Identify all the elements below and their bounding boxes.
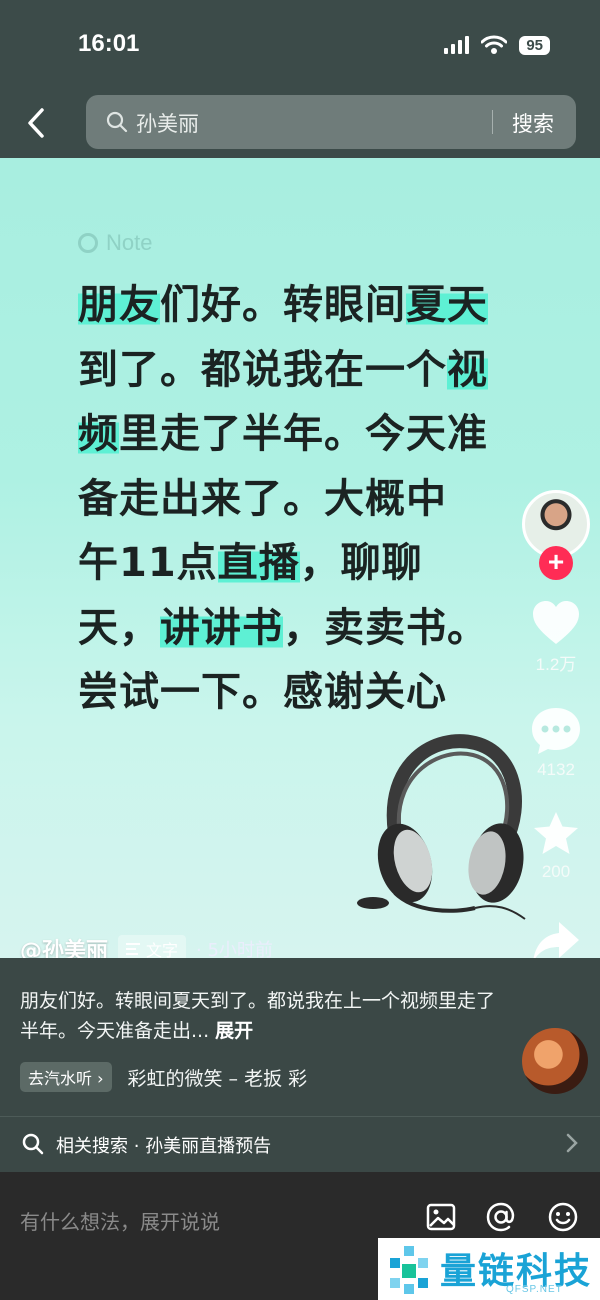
note-line: 尝试一下。感谢关心 <box>78 660 538 725</box>
note-highlight-segment: 频 <box>78 411 119 457</box>
chevron-right-icon <box>566 1133 578 1153</box>
watermark: 量链科技 QFSP.NET <box>378 1238 600 1300</box>
note-circle-icon <box>78 233 98 253</box>
headphones-image <box>357 734 526 920</box>
note-line: 到了。都说我在一个视 <box>78 338 538 403</box>
favorite-count: 200 <box>541 862 571 881</box>
expand-link[interactable]: 展开 <box>215 1020 253 1042</box>
note-segment: ，聊聊 <box>299 540 423 586</box>
note-segment: 到了。都说我在一个 <box>78 346 447 393</box>
note-line: 备走出来了。大概中 <box>78 467 538 532</box>
note-highlight-segment: 直播 <box>217 540 300 586</box>
search-bar[interactable]: 孙美丽 搜索 <box>86 95 576 149</box>
note-segment: 天， <box>78 604 160 651</box>
note-line: 频里走了半年。今天准 <box>78 402 538 467</box>
comment-icon <box>532 708 580 754</box>
heart-icon <box>533 601 579 644</box>
search-input[interactable]: 孙美丽 <box>136 108 199 138</box>
note-text: 朋友们好。转眼间夏天 到了。都说我在一个视 频里走了半年。今天准 备走出来了。大概中午… <box>78 273 538 725</box>
star-icon <box>534 812 578 854</box>
caption-text: 朋友们好。转眼间夏天到了。都说我在上一个视频里走了半年。今天准备走出... <box>20 990 496 1042</box>
note-highlight-segment: 朋友 <box>78 282 160 328</box>
like-button[interactable]: 1.2万 <box>522 600 590 675</box>
signal-icon <box>444 36 470 54</box>
search-button[interactable]: 搜索 <box>512 108 554 138</box>
top-header: 16:01 95 孙美丽 搜索 <box>0 0 600 158</box>
note-tag: Note <box>78 230 152 256</box>
search-divider <box>492 110 493 134</box>
note-highlight-segment: 夏天 <box>406 282 488 328</box>
emoji-icon[interactable] <box>546 1200 580 1234</box>
search-icon <box>106 111 128 133</box>
post-caption[interactable]: 朋友们好。转眼间夏天到了。都说我在上一个视频里走了半年。今天准备走出... 展开 <box>20 986 500 1046</box>
note-tag-label: Note <box>106 230 153 255</box>
watermark-domain: QFSP.NET <box>506 1284 563 1295</box>
like-count: 1.2万 <box>535 655 577 674</box>
music-row: 去汽水听 › 彩虹的微笑 – 老扳 彩 <box>20 1062 307 1092</box>
note-highlight-segment: 讲讲书 <box>160 604 283 651</box>
comment-count: 4132 <box>537 760 575 779</box>
comment-button[interactable]: 4132 <box>522 706 590 780</box>
at-mention-icon[interactable] <box>484 1200 518 1234</box>
related-search-bar[interactable]: 相关搜索 · 孙美丽直播预告 <box>0 1116 600 1172</box>
note-line: 午11点直播，聊聊 <box>78 531 538 596</box>
note-segment: 午11点 <box>78 540 218 586</box>
note-segment: 们好。转眼间 <box>160 282 406 328</box>
note-line: 朋友们好。转眼间夏天 <box>78 273 538 338</box>
text-lines-icon <box>126 943 141 955</box>
related-search-label: 相关搜索 · 孙美丽直播预告 <box>56 1136 272 1157</box>
wifi-icon <box>481 35 508 54</box>
note-segment: 里走了半年。今天准 <box>119 411 488 457</box>
search-icon <box>22 1133 44 1155</box>
back-arrow-icon[interactable] <box>22 106 52 140</box>
note-segment: 尝试一下。感谢关心 <box>78 669 447 715</box>
image-icon[interactable] <box>424 1200 458 1234</box>
status-icons: 95 <box>444 33 550 57</box>
note-segment: 备走出来了。大概中 <box>78 475 447 522</box>
note-line: 天，讲讲书，卖卖书。 <box>78 596 538 661</box>
watermark-logo-icon <box>390 1246 428 1294</box>
note-highlight-segment: 视 <box>447 346 488 393</box>
post-info-panel: 朋友们好。转眼间夏天到了。都说我在上一个视频里走了半年。今天准备走出... 展开… <box>0 958 600 1172</box>
follow-plus-button[interactable]: + <box>539 546 573 580</box>
status-time: 16:01 <box>78 30 140 57</box>
battery-indicator: 95 <box>519 35 550 55</box>
video-content[interactable]: Note 朋友们好。转眼间夏天 到了。都说我在一个视 频里走了半年。今天准 备走出来了… <box>0 158 600 958</box>
listen-button[interactable]: 去汽水听 › <box>20 1062 112 1092</box>
favorite-button[interactable]: 200 <box>522 810 590 882</box>
music-title[interactable]: 彩虹的微笑 – 老扳 彩 <box>128 1064 308 1091</box>
note-segment: ，卖卖书。 <box>283 604 488 651</box>
music-disc[interactable] <box>522 1028 588 1094</box>
listen-button-label: 去汽水听 <box>28 1069 93 1088</box>
comment-input[interactable]: 有什么想法，展开说说 <box>20 1206 220 1235</box>
